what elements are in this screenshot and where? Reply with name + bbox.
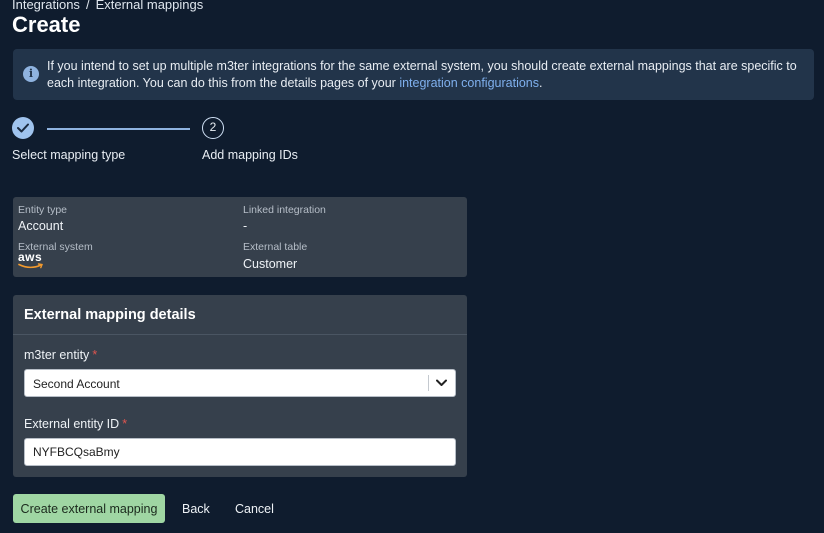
entity-type-label: Entity type [18, 204, 68, 216]
m3ter-entity-selected-value: Second Account [33, 377, 120, 391]
info-banner: i If you intend to set up multiple m3ter… [13, 49, 814, 100]
cancel-button[interactable]: Cancel [235, 494, 274, 523]
mapping-summary-card: Entity type Account Linked integration -… [13, 197, 467, 277]
stepper-connector [47, 128, 190, 130]
external-table-label: External table [243, 241, 308, 253]
page-title: Create [12, 12, 81, 37]
details-title: External mapping details [24, 307, 196, 323]
step-1-complete-indicator [12, 117, 34, 139]
info-text: If you intend to set up multiple m3ter i… [47, 58, 804, 92]
back-button[interactable]: Back [182, 494, 210, 523]
aws-smile-icon [18, 263, 43, 269]
linked-integration-label: Linked integration [243, 204, 326, 216]
external-entity-id-input[interactable] [24, 438, 456, 466]
m3ter-entity-select[interactable]: Second Account [24, 369, 456, 397]
details-divider [13, 334, 467, 335]
step-2-label: Add mapping IDs [202, 148, 298, 162]
external-entity-id-label-text: External entity ID [24, 417, 120, 431]
breadcrumb-item-external-mappings[interactable]: External mappings [96, 0, 204, 12]
m3ter-entity-label: m3ter entity * [24, 348, 97, 362]
external-entity-id-label: External entity ID * [24, 417, 127, 431]
step-1-label: Select mapping type [12, 148, 126, 162]
m3ter-entity-label-text: m3ter entity [24, 348, 90, 362]
step-2-indicator: 2 [202, 117, 224, 139]
checkmark-icon [17, 123, 29, 133]
external-table-value: Customer [243, 257, 298, 271]
breadcrumb-separator: / [85, 0, 90, 12]
breadcrumb: Integrations / External mappings [12, 0, 203, 12]
breadcrumb-item-integrations[interactable]: Integrations [12, 0, 80, 12]
select-separator [428, 375, 429, 391]
aws-logo: aws [18, 251, 48, 271]
required-asterisk: * [122, 417, 128, 431]
chevron-down-icon[interactable] [436, 379, 447, 387]
entity-type-value: Account [18, 219, 64, 233]
linked-integration-value: - [243, 219, 248, 233]
aws-logo-text: aws [18, 250, 43, 264]
external-mapping-details-card: External mapping details m3ter entity * S… [13, 295, 467, 477]
create-external-mapping-button[interactable]: Create external mapping [13, 494, 165, 523]
required-asterisk: * [92, 348, 98, 362]
info-text-after: . [539, 76, 543, 90]
integration-configurations-link[interactable]: integration configurations [399, 76, 539, 90]
info-icon: i [23, 66, 39, 82]
